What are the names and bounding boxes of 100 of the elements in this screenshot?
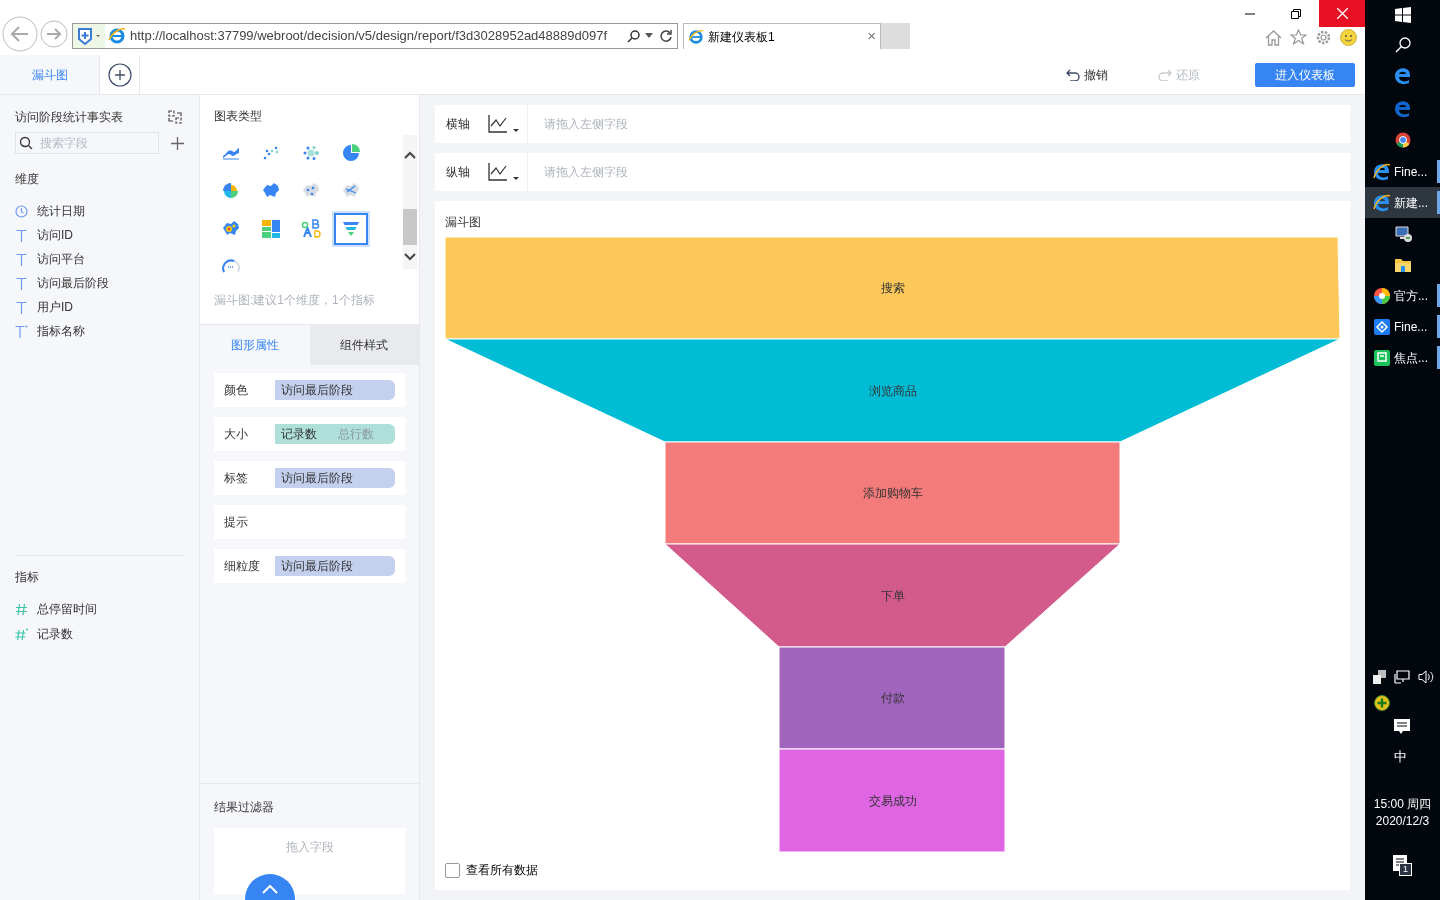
add-button[interactable]: [107, 62, 132, 87]
taskbar-app[interactable]: 新建...: [1365, 187, 1440, 218]
back-button[interactable]: [2, 16, 38, 52]
funnel-segment[interactable]: [664, 441, 1121, 545]
field-item[interactable]: 统计日期: [37, 202, 85, 220]
ie-icon[interactable]: [1393, 100, 1412, 118]
shield-plus-icon[interactable]: [73, 24, 105, 48]
chrome-icon[interactable]: [1394, 132, 1411, 148]
taskbar-app[interactable]: 官方...: [1365, 280, 1440, 311]
chip-label: 访问最后阶段: [281, 558, 353, 575]
section-title: 结果过滤器: [214, 800, 274, 814]
chip-note: 总行数: [338, 426, 374, 443]
tab-close-button[interactable]: ×: [867, 25, 876, 48]
funnel-segment[interactable]: [445, 338, 1340, 443]
funnel-segment[interactable]: [664, 543, 1121, 648]
taskbar-app[interactable]: Fine...: [1365, 311, 1440, 342]
input-method-indicator[interactable]: 中: [1394, 747, 1407, 767]
network-icon[interactable]: [1394, 670, 1410, 684]
text-type-icon: [15, 324, 28, 338]
axis-drop-bar[interactable]: 纵轴 请拖入左侧字段: [435, 153, 1350, 191]
undo-icon: [1066, 68, 1080, 81]
stage-label: 浏览商品: [868, 383, 917, 398]
word-cloud-icon: [301, 219, 321, 239]
field-item[interactable]: 用户ID: [37, 298, 73, 316]
text-type-icon: [15, 252, 28, 266]
notification-count: 1: [1399, 863, 1412, 876]
home-icon[interactable]: [1265, 29, 1282, 46]
field-item[interactable]: 指标名称: [37, 322, 85, 340]
settings-icon[interactable]: [1315, 29, 1332, 46]
ie-icon: [1373, 162, 1391, 181]
search-field[interactable]: 搜索字段: [15, 132, 159, 154]
drop-hint: 拖入字段: [285, 839, 334, 854]
field-chip[interactable]: 访问最后阶段: [275, 468, 395, 488]
field-chip[interactable]: 访问最后阶段: [275, 556, 395, 576]
dashboard-tab[interactable]: 漏斗图: [0, 55, 100, 94]
number-type-icon: [15, 627, 28, 641]
browser-tab[interactable]: 新建仪表板1 ×: [683, 23, 881, 49]
minimize-icon: [1245, 12, 1255, 15]
dropdown-icon[interactable]: [645, 33, 653, 39]
edge-icon[interactable]: [1393, 67, 1412, 85]
text-type-icon: [15, 276, 28, 290]
axis-label: 纵轴: [446, 164, 471, 181]
clock[interactable]: 15:00 周四 2020/12/3: [1365, 796, 1440, 830]
field-item[interactable]: 访问最后阶段: [37, 274, 109, 292]
speaker-icon[interactable]: [1418, 670, 1434, 684]
url-text: http://localhost:37799/webroot/decision/v5/design/report/f3d3028952ad48889d097f: [130, 27, 609, 46]
property-label: 提示: [224, 514, 249, 531]
funnel-segment[interactable]: [778, 646, 1006, 750]
axis-label: 横轴: [446, 116, 471, 133]
stage-label: 搜索: [880, 281, 905, 295]
stage-label: 下单: [880, 588, 905, 603]
enter-dashboard-button[interactable]: 进入仪表板: [1255, 62, 1355, 87]
chip-label: 访问最后阶段: [281, 470, 353, 487]
field-item[interactable]: 访问ID: [37, 226, 73, 244]
field-item[interactable]: 记录数: [37, 625, 73, 643]
notification-button[interactable]: 1: [1393, 855, 1413, 877]
number-type-icon: [15, 602, 28, 616]
axis-type-icon[interactable]: [488, 162, 522, 182]
taskbar-app[interactable]: 焦点...: [1365, 342, 1440, 373]
chip-label: 访问最后阶段: [281, 382, 353, 399]
search-icon[interactable]: [1394, 37, 1411, 53]
drop-hint: 请拖入左侧字段: [544, 116, 628, 133]
scrollbar[interactable]: [403, 135, 417, 269]
message-icon[interactable]: [1394, 719, 1410, 736]
ie-icon: [1373, 193, 1391, 212]
color-wheel-icon: [1373, 286, 1391, 305]
chart-type-option[interactable]: [334, 213, 368, 245]
network-drive-icon[interactable]: [1373, 670, 1386, 684]
field-chip[interactable]: 访问最后阶段: [275, 380, 395, 400]
drop-hint: 请拖入左侧字段: [544, 164, 628, 181]
chip-label: 记录数: [281, 426, 317, 443]
smiley-icon[interactable]: [1340, 29, 1357, 46]
switch-icon[interactable]: [168, 110, 182, 124]
axis-type-icon[interactable]: [488, 114, 522, 134]
restore-icon: [1291, 8, 1301, 19]
stage-label: 付款: [880, 691, 905, 705]
address-bar[interactable]: http://localhost:37799/webroot/decision/v5/design/report/f3d3028952ad48889d097f: [72, 23, 678, 49]
tab-title: 新建仪表板1: [708, 28, 776, 46]
text-type-icon: [15, 228, 28, 242]
scrollbar-thumb[interactable]: [403, 209, 417, 245]
field-item[interactable]: 总停留时间: [37, 600, 97, 618]
star-icon[interactable]: [1290, 29, 1307, 46]
forward-button[interactable]: [40, 20, 68, 48]
checkbox[interactable]: [445, 862, 460, 878]
plus-circle-icon[interactable]: [1374, 695, 1390, 711]
stage-label: 交易成功: [868, 793, 917, 808]
section-title: 图表类型: [214, 109, 262, 123]
funnel-segment[interactable]: [778, 748, 1006, 853]
clock-icon: [15, 204, 28, 218]
windows-icon[interactable]: [1394, 7, 1411, 23]
field-chip[interactable]: 记录数 总行数: [275, 424, 395, 444]
rose-chart-icon: [221, 181, 241, 201]
add-icon[interactable]: [171, 136, 184, 150]
axis-drop-bar[interactable]: 横轴 请拖入左侧字段: [435, 105, 1350, 143]
field-item[interactable]: 访问平台: [37, 250, 85, 268]
taskbar-app[interactable]: Fine...: [1365, 156, 1440, 187]
search-icon[interactable]: [627, 29, 641, 43]
undo-button[interactable]: 撤销: [1066, 65, 1108, 84]
panel-tab[interactable]: 组件样式: [309, 325, 419, 365]
refresh-icon[interactable]: [659, 29, 673, 43]
